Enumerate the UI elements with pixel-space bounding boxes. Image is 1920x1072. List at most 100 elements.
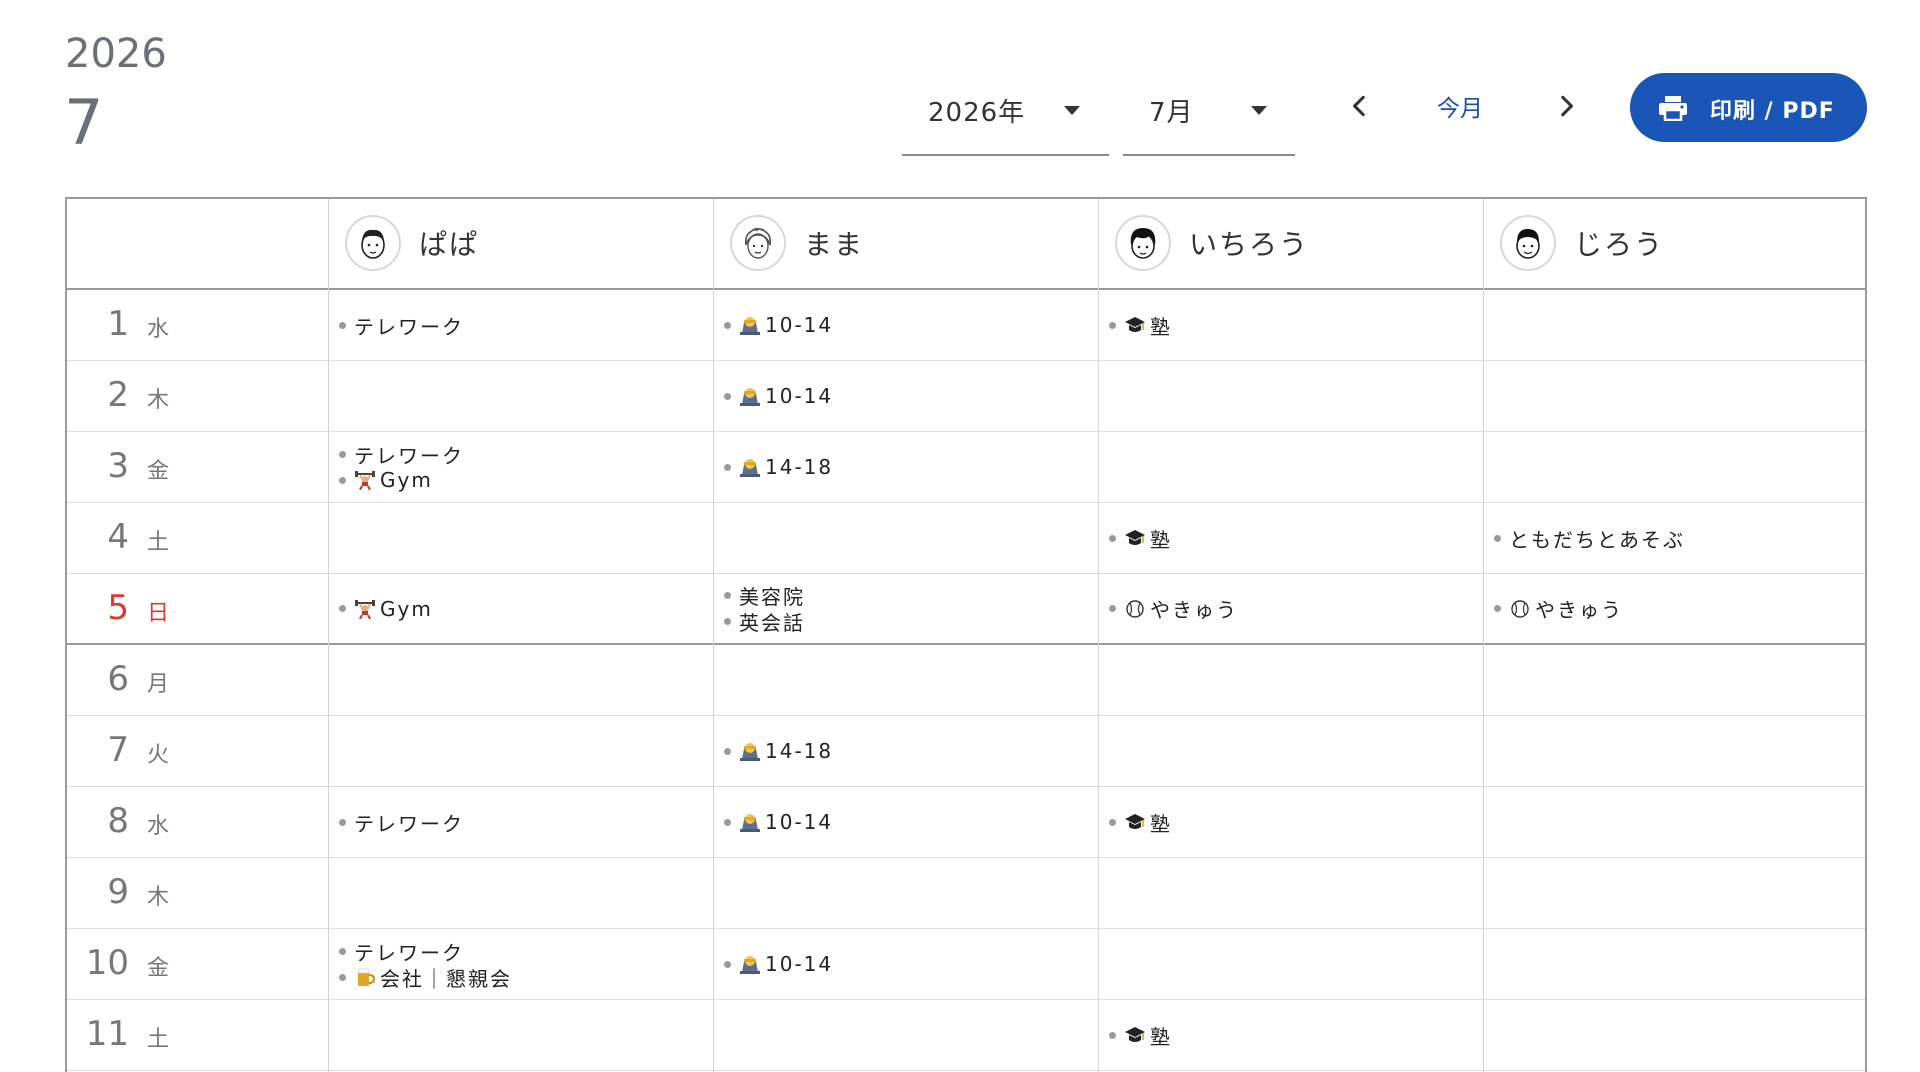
day-cell[interactable]: 塾 xyxy=(1109,787,1482,857)
day-cell[interactable] xyxy=(1109,645,1482,715)
weekday-label: 火 xyxy=(147,743,170,768)
event-item[interactable]: Gym xyxy=(339,467,712,493)
event-item[interactable]: やきゅう xyxy=(1109,596,1482,622)
event-item[interactable]: 10-14 xyxy=(724,312,1097,338)
printer-icon xyxy=(1659,96,1687,121)
day-cell[interactable]: テレワーク Gym xyxy=(339,432,712,502)
day-cell[interactable] xyxy=(1109,929,1482,999)
day-cell[interactable] xyxy=(1109,432,1482,502)
weekday-label: 木 xyxy=(147,885,170,910)
event-item[interactable]: 10-14 xyxy=(724,383,1097,409)
day-cell[interactable]: ともだちとあそぶ xyxy=(1494,503,1867,573)
year-select[interactable]: 2026年 xyxy=(902,72,1109,156)
event-item[interactable]: やきゅう xyxy=(1494,596,1867,622)
year-label: 2026 xyxy=(65,31,167,77)
month-select[interactable]: 7月 xyxy=(1123,72,1295,156)
event-text: 塾 xyxy=(1150,1024,1172,1049)
day-cell[interactable]: テレワーク 会社｜懇親会 xyxy=(339,929,712,999)
day-cell[interactable]: 10-14 xyxy=(724,361,1097,431)
prev-month-button[interactable] xyxy=(1340,86,1380,126)
papa-avatar-icon xyxy=(345,215,401,271)
event-item[interactable]: 塾 xyxy=(1109,1022,1482,1049)
event-item[interactable]: 塾 xyxy=(1109,809,1482,836)
event-item[interactable]: 10-14 xyxy=(724,951,1097,977)
day-cell[interactable]: 10-14 xyxy=(724,290,1097,360)
event-item[interactable]: 塾 xyxy=(1109,525,1482,552)
person-name: いちろう xyxy=(1189,228,1310,261)
day-cell[interactable] xyxy=(1494,432,1867,502)
work-icon xyxy=(739,457,761,477)
event-item[interactable]: 10-14 xyxy=(724,809,1097,835)
event-item[interactable]: 14-18 xyxy=(724,738,1097,764)
day-cell[interactable] xyxy=(724,503,1097,573)
ichiro-avatar-icon xyxy=(1115,215,1171,271)
day-cell[interactable]: テレワーク xyxy=(339,787,712,857)
weekday-label: 月 xyxy=(147,672,170,697)
day-row: 3 金 テレワーク Gym 14-18 xyxy=(67,432,1865,503)
event-item[interactable]: テレワーク xyxy=(339,938,712,965)
graduation-cap-icon xyxy=(1124,315,1146,335)
event-item[interactable]: テレワーク xyxy=(339,312,712,339)
event-item[interactable]: 英会話 xyxy=(724,609,1097,635)
event-item[interactable]: 塾 xyxy=(1109,312,1482,339)
day-cell[interactable] xyxy=(1494,787,1867,857)
bullet-dot xyxy=(1109,321,1116,329)
event-item[interactable]: 会社｜懇親会 xyxy=(339,964,712,991)
day-cell[interactable] xyxy=(1494,716,1867,786)
bullet-dot xyxy=(339,818,346,826)
column-divider xyxy=(713,199,714,1072)
day-cell[interactable] xyxy=(1494,858,1867,928)
bullet-dot xyxy=(724,618,731,625)
day-cell[interactable]: やきゅう xyxy=(1494,574,1867,643)
bullet-dot xyxy=(1494,605,1501,612)
day-cell[interactable] xyxy=(1494,1000,1867,1070)
event-text: 10-14 xyxy=(765,384,834,408)
day-cell[interactable] xyxy=(1109,716,1482,786)
day-cell[interactable]: 14-18 xyxy=(724,716,1097,786)
day-cell[interactable] xyxy=(1494,290,1867,360)
calendar-grid: ぱぱ まま いちろう じろう 1 水テレワーク 10-14 塾 2 木 10-14 3 金テレワーク G… xyxy=(65,197,1867,1072)
day-cell[interactable]: 10-14 xyxy=(724,929,1097,999)
day-cell[interactable]: テレワーク xyxy=(339,290,712,360)
bullet-dot xyxy=(724,960,731,968)
day-cell[interactable] xyxy=(724,858,1097,928)
day-cell[interactable] xyxy=(1109,361,1482,431)
print-pdf-label: 印刷 / PDF xyxy=(1710,99,1835,124)
event-text: やきゅう xyxy=(1150,598,1238,622)
day-cell[interactable]: Gym xyxy=(339,574,712,643)
baseball-icon xyxy=(1124,599,1146,619)
day-cell[interactable]: 14-18 xyxy=(724,432,1097,502)
day-cell[interactable]: 塾 xyxy=(1109,1000,1482,1070)
day-cell[interactable] xyxy=(1109,858,1482,928)
event-item[interactable]: テレワーク xyxy=(339,441,712,468)
day-number: 10 xyxy=(85,943,129,983)
day-cell[interactable]: 塾 xyxy=(1109,290,1482,360)
print-pdf-button[interactable]: 印刷 / PDF xyxy=(1630,73,1867,142)
day-cell[interactable] xyxy=(1494,361,1867,431)
next-month-button[interactable] xyxy=(1546,86,1586,126)
day-cell[interactable] xyxy=(339,503,712,573)
day-cell[interactable] xyxy=(1494,929,1867,999)
day-number: 7 xyxy=(107,730,129,770)
event-item[interactable]: 14-18 xyxy=(724,454,1097,480)
day-cell[interactable] xyxy=(339,645,712,715)
current-month-button[interactable]: 今月 xyxy=(1437,89,1483,123)
event-item[interactable]: テレワーク xyxy=(339,809,712,836)
event-item[interactable]: ともだちとあそぶ xyxy=(1494,525,1867,552)
person-name: ぱぱ xyxy=(419,228,480,261)
day-cell[interactable]: 美容院 英会話 xyxy=(724,574,1097,643)
day-cell[interactable]: やきゅう xyxy=(1109,574,1482,643)
day-row: 9木 xyxy=(67,858,1865,929)
day-cell[interactable] xyxy=(339,1000,712,1070)
day-cell[interactable] xyxy=(339,716,712,786)
day-cell[interactable] xyxy=(724,645,1097,715)
day-cell[interactable] xyxy=(724,1000,1097,1070)
day-cell[interactable] xyxy=(339,858,712,928)
day-cell[interactable] xyxy=(1494,645,1867,715)
day-cell[interactable] xyxy=(339,361,712,431)
day-cell[interactable]: 塾 xyxy=(1109,503,1482,573)
event-item[interactable]: Gym xyxy=(339,596,712,622)
day-cell[interactable]: 10-14 xyxy=(724,787,1097,857)
event-item[interactable]: 美容院 xyxy=(724,583,1097,609)
baseball-icon xyxy=(1509,599,1531,619)
